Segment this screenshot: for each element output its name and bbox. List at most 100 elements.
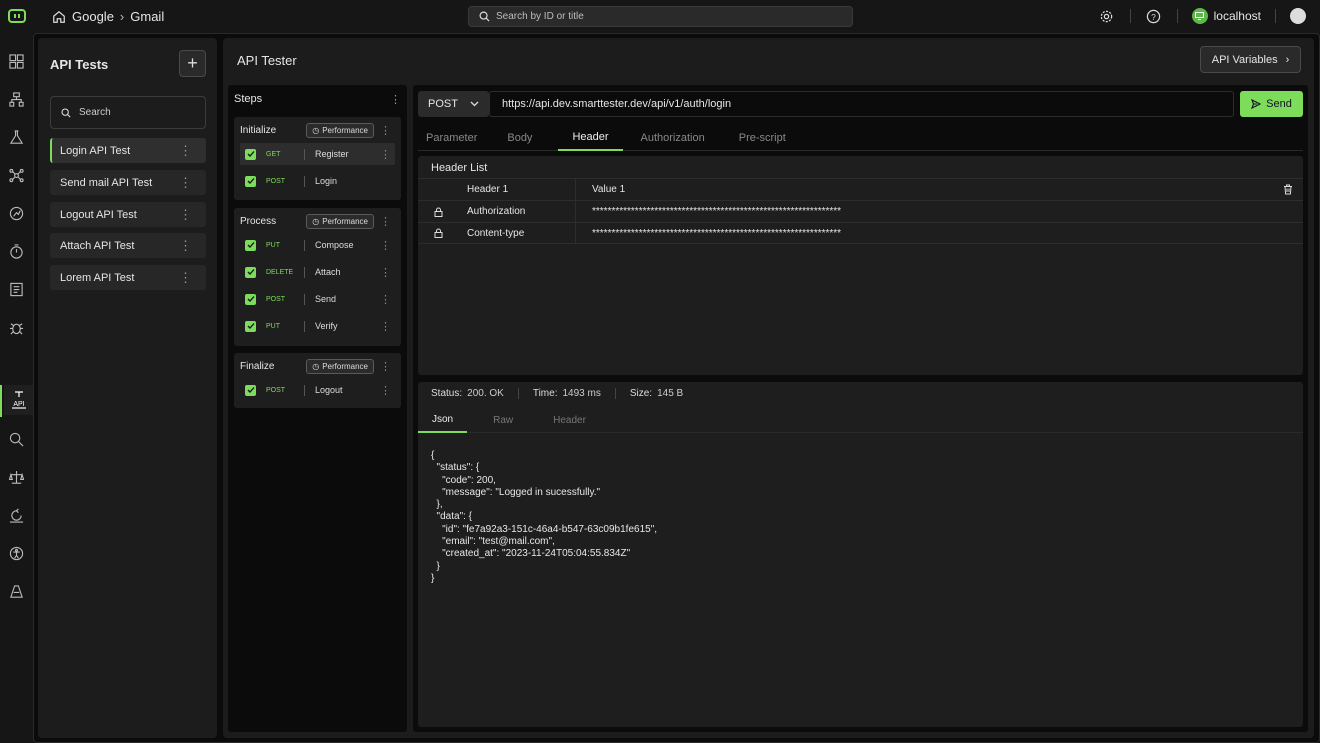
host-selector[interactable]: localhost	[1191, 8, 1261, 24]
more-vertical-icon[interactable]: ⋮	[390, 93, 401, 106]
more-vertical-icon[interactable]: ⋮	[179, 239, 192, 252]
more-vertical-icon[interactable]: ⋮	[380, 215, 391, 228]
api-variables-button[interactable]: API Variables ›	[1200, 46, 1301, 73]
checkbox[interactable]	[245, 293, 256, 305]
divider	[304, 266, 305, 278]
url-input[interactable]: https://api.dev.smarttester.dev/api/v1/a…	[489, 91, 1234, 117]
more-vertical-icon[interactable]: ⋮	[380, 124, 391, 137]
breadcrumb-gmail[interactable]: Gmail	[130, 9, 164, 24]
top-bar: Google › Gmail Search by ID or title ? l…	[0, 0, 1320, 33]
divider	[304, 320, 305, 332]
size-label: Size:	[629, 388, 653, 399]
cycle-icon[interactable]	[8, 507, 25, 524]
step-item[interactable]: PUT Verify ⋮	[240, 315, 395, 337]
test-item-send-mail[interactable]: Send mail API Test ⋮	[50, 170, 206, 195]
api-tests-panel: API Tests + Search Login API Test ⋮ Send …	[38, 38, 217, 738]
report-icon[interactable]	[8, 281, 25, 298]
bug-icon[interactable]	[8, 319, 25, 336]
more-vertical-icon[interactable]: ⋮	[380, 360, 391, 373]
search-zoom-icon[interactable]	[8, 431, 25, 448]
gauge-icon: ◷	[312, 125, 320, 135]
tab-response-header[interactable]: Header	[539, 408, 600, 433]
status-value: 200. OK	[467, 388, 504, 399]
checkbox[interactable]	[245, 239, 256, 251]
api-icon[interactable]: API	[4, 385, 33, 415]
scale-icon[interactable]	[8, 469, 25, 486]
tab-body[interactable]: Body	[499, 125, 540, 151]
step-item[interactable]: POST Logout ⋮	[240, 379, 395, 401]
more-vertical-icon[interactable]: ⋮	[179, 208, 192, 221]
step-item[interactable]: DELETE Attach ⋮	[240, 261, 395, 283]
test-item-lorem[interactable]: Lorem API Test ⋮	[50, 265, 206, 290]
checkbox[interactable]	[245, 320, 256, 332]
settings-gear-icon[interactable]	[1098, 7, 1116, 25]
step-item[interactable]: POST Login	[240, 170, 395, 192]
more-vertical-icon[interactable]: ⋮	[380, 384, 391, 397]
more-vertical-icon[interactable]: ⋮	[380, 293, 391, 306]
hierarchy-icon[interactable]	[8, 91, 25, 108]
header-value[interactable]: Value 1	[576, 184, 1273, 195]
performance-label: Performance	[322, 125, 368, 135]
dashboard-icon[interactable]	[8, 53, 25, 70]
tab-authorization[interactable]: Authorization	[633, 125, 713, 151]
divider	[304, 148, 305, 160]
help-icon[interactable]: ?	[1145, 7, 1163, 25]
method-select[interactable]: POST	[418, 91, 489, 117]
divider	[1129, 9, 1131, 23]
checkbox[interactable]	[245, 148, 256, 160]
gauge-icon: ◷	[312, 216, 320, 226]
header-key[interactable]: Header 1	[459, 184, 575, 195]
more-vertical-icon[interactable]: ⋮	[179, 176, 192, 189]
step-item[interactable]: PUT Compose ⋮	[240, 234, 395, 256]
avatar[interactable]	[1290, 8, 1306, 24]
checkbox[interactable]	[245, 266, 256, 278]
tab-header[interactable]: Header	[558, 125, 623, 151]
step-item[interactable]: POST Send ⋮	[240, 288, 395, 310]
more-vertical-icon[interactable]: ⋮	[380, 320, 391, 333]
performance-button[interactable]: ◷ Performance	[306, 122, 374, 138]
accessibility-icon[interactable]	[8, 545, 25, 562]
home-icon[interactable]	[52, 10, 66, 24]
checkbox[interactable]	[245, 384, 256, 396]
add-test-button[interactable]: +	[179, 50, 206, 77]
group-name: Initialize	[240, 124, 277, 136]
tab-raw[interactable]: Raw	[479, 408, 527, 433]
step-item[interactable]: GET Register ⋮	[240, 143, 395, 165]
timer-icon[interactable]	[8, 243, 25, 260]
divider	[1176, 9, 1178, 23]
lock-icon	[418, 228, 459, 238]
header-row[interactable]: Content-type ***************************…	[418, 222, 1303, 244]
app-logo-icon[interactable]	[8, 9, 26, 23]
chevron-right-icon: ›	[119, 9, 125, 24]
more-vertical-icon[interactable]: ⋮	[380, 148, 391, 161]
performance-button[interactable]: ◷ Performance	[306, 358, 374, 374]
header-row[interactable]: Authorization **************************…	[418, 200, 1303, 223]
test-item-login[interactable]: Login API Test ⋮	[50, 138, 206, 163]
more-vertical-icon[interactable]: ⋮	[380, 239, 391, 252]
network-icon[interactable]	[8, 167, 25, 184]
security-icon[interactable]	[8, 583, 25, 600]
step-name: Login	[315, 176, 338, 186]
checkbox[interactable]	[245, 175, 256, 187]
chevron-right-icon: ›	[1285, 53, 1290, 66]
more-vertical-icon[interactable]: ⋮	[179, 144, 192, 157]
flask-icon[interactable]	[8, 129, 25, 146]
tab-pre-script[interactable]: Pre-script	[731, 125, 794, 151]
trash-icon[interactable]	[1273, 184, 1303, 195]
tab-parameter[interactable]: Parameter	[418, 125, 485, 151]
run-icon[interactable]	[8, 205, 25, 222]
test-item-attach[interactable]: Attach API Test ⋮	[50, 233, 206, 258]
tab-json[interactable]: Json	[418, 408, 468, 433]
more-vertical-icon[interactable]: ⋮	[380, 266, 391, 279]
step-method: PUT	[266, 322, 280, 330]
test-item-logout[interactable]: Logout API Test ⋮	[50, 202, 206, 227]
more-vertical-icon[interactable]: ⋮	[179, 271, 192, 284]
tests-search-input[interactable]: Search	[50, 96, 206, 129]
global-search-input[interactable]: Search by ID or title	[468, 6, 853, 27]
active-indicator	[0, 385, 2, 417]
divider	[517, 388, 519, 399]
performance-button[interactable]: ◷ Performance	[306, 213, 374, 229]
breadcrumb-google[interactable]: Google	[72, 9, 114, 24]
header-row[interactable]: Header 1 Value 1	[418, 178, 1303, 201]
send-button[interactable]: Send	[1240, 91, 1303, 117]
